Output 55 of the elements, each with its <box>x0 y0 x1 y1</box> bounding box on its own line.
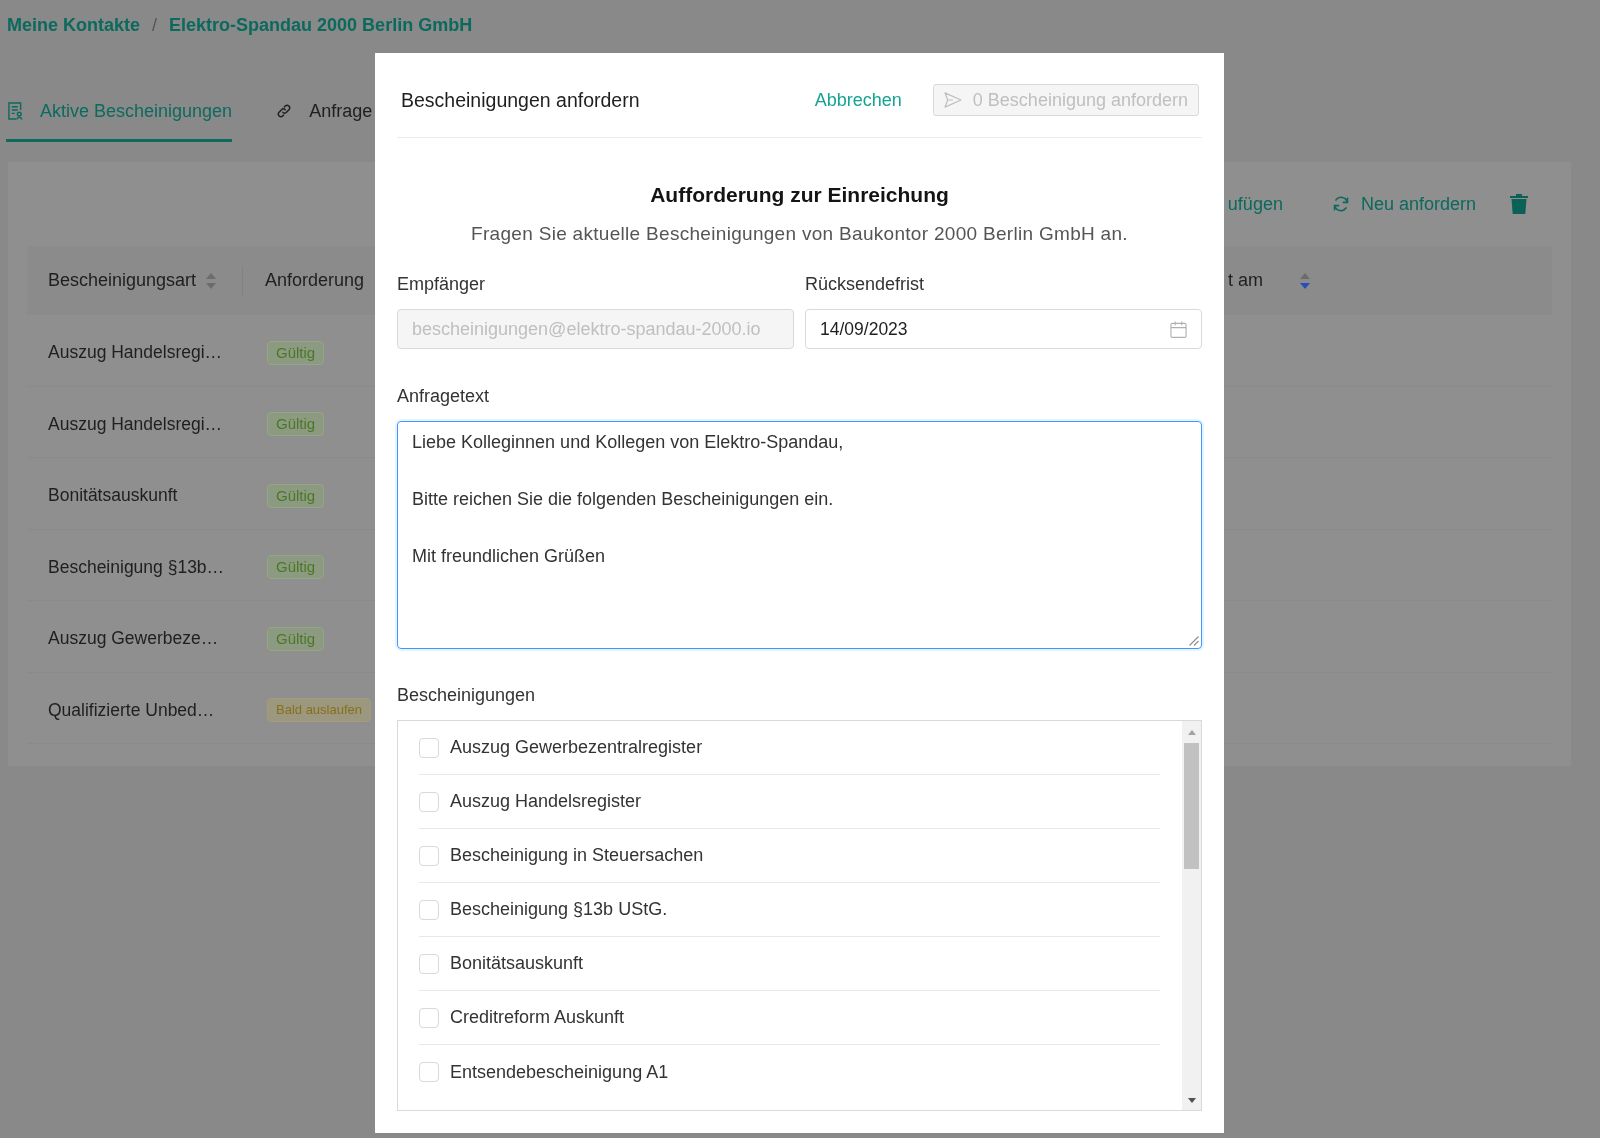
tab[interactable]: Anfrage <box>274 92 373 142</box>
section-description: Fragen Sie aktuelle Bescheinigungen von Baukontor 2000 Berlin GmbH an. <box>470 222 1129 246</box>
checkbox[interactable] <box>419 1007 439 1028</box>
table-cell-text: Bescheinigung §13b… <box>47 556 226 578</box>
date-field[interactable]: 14/09/2023 <box>805 309 1202 349</box>
scroll-up-arrow-icon[interactable] <box>1187 730 1196 735</box>
status-badge: Gültig <box>267 412 325 437</box>
link-icon <box>276 103 293 119</box>
column-header[interactable]: Bescheinigungsart <box>48 270 197 291</box>
checkbox-label[interactable]: Auszug Gewerbezentralregister <box>450 737 703 758</box>
table-cell-text: Auszug Handelsregi… <box>47 413 224 435</box>
status-badge: Gültig <box>267 555 325 580</box>
cancel-button[interactable]: Abbrechen <box>814 89 902 111</box>
trash-icon <box>1510 194 1528 214</box>
checkbox-label[interactable]: Auszug Handelsregister <box>450 791 642 812</box>
field-label: Empfänger <box>397 273 486 296</box>
message-textarea[interactable]: Liebe Kolleginnen und Kollegen von Elektro-Spandau, Bitte reichen Sie die folgenden Bescheinigungen ein. Mit freundlichen Grüßen <box>397 421 1202 649</box>
table-cell-text: Bonitätsauskunft <box>47 485 179 507</box>
checkbox-label[interactable]: Bonitätsauskunft <box>450 953 584 974</box>
checkbox[interactable] <box>419 899 439 920</box>
checkbox[interactable] <box>419 791 439 812</box>
checkbox-label[interactable]: Creditreform Auskunft <box>450 1007 625 1028</box>
table-cell-text: Auszug Gewerbeze… <box>47 628 220 650</box>
checkbox-label[interactable]: Bescheinigung in Steuersachen <box>450 845 704 866</box>
status-badge: Gültig <box>267 626 325 651</box>
calendar-icon[interactable] <box>1170 320 1187 338</box>
checkbox-label[interactable]: Bescheinigung §13b UStG. <box>450 899 668 920</box>
column-header[interactable]: t am <box>1228 270 1263 291</box>
field-label: Rücksendefrist <box>805 273 925 296</box>
refresh-icon <box>1331 195 1350 213</box>
checkbox[interactable] <box>419 953 439 974</box>
scroll-down-arrow-icon[interactable] <box>1187 1098 1196 1103</box>
scrollbar-thumb[interactable] <box>1184 743 1199 869</box>
status-badge: Bald auslaufen <box>267 698 371 723</box>
field-label: Bescheinigungen <box>397 684 536 707</box>
column-header[interactable]: Anforderung <box>265 270 365 291</box>
table-cell-text: Auszug Handelsregi… <box>47 342 224 364</box>
checkbox[interactable] <box>419 737 439 758</box>
field-label: Anfragetext <box>397 385 490 408</box>
breadcrumb-separator: / <box>152 14 158 36</box>
sort-icon[interactable] <box>206 272 217 289</box>
delete-button[interactable] <box>1510 194 1528 214</box>
checkbox[interactable] <box>419 1062 439 1082</box>
document-icon <box>8 102 23 120</box>
send-icon <box>943 92 962 108</box>
sort-icon[interactable] <box>1300 272 1310 289</box>
status-badge: Gültig <box>267 483 325 508</box>
table-cell-text: Qualifizierte Unbed… <box>47 699 216 721</box>
checkbox-label[interactable]: Entsendebescheinigung A1 <box>450 1061 669 1083</box>
dialog-title: Bescheinigungen anfordern <box>401 88 641 112</box>
resize-grip-icon[interactable] <box>1189 636 1199 646</box>
scrollbar[interactable] <box>1182 721 1201 1110</box>
checkbox[interactable] <box>419 845 439 866</box>
section-heading: Aufforderung zur Einreichung <box>649 182 950 208</box>
status-badge: Gültig <box>267 340 325 365</box>
